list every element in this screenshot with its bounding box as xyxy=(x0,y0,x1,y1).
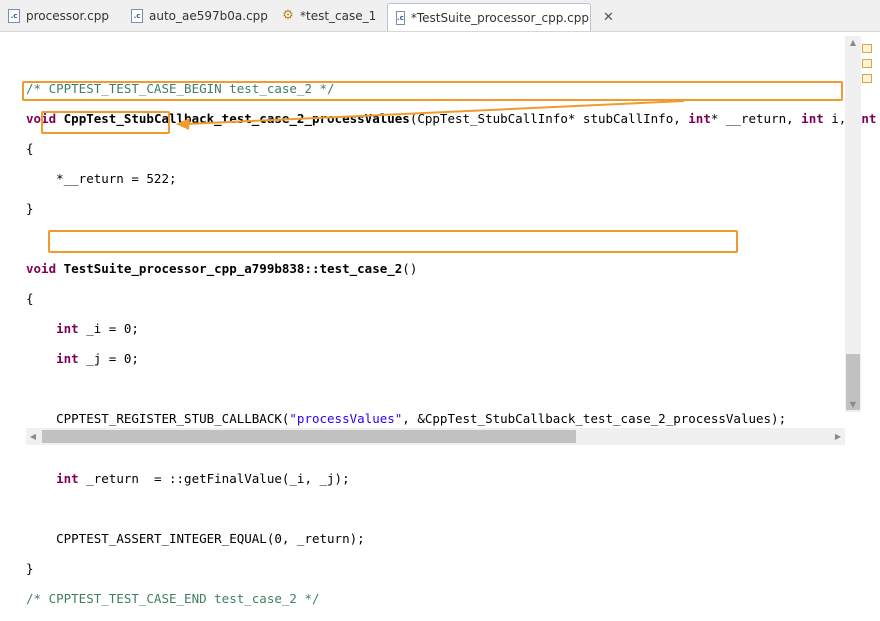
scroll-left-icon[interactable]: ◀ xyxy=(26,430,40,444)
horizontal-scroll-thumb[interactable] xyxy=(42,430,576,443)
scroll-down-icon[interactable]: ▼ xyxy=(845,398,861,412)
scroll-up-icon[interactable]: ▲ xyxy=(845,36,861,50)
overview-ruler xyxy=(862,44,876,89)
code-text: } xyxy=(26,561,34,576)
horizontal-scrollbar[interactable]: ◀ ▶ xyxy=(26,428,845,445)
arrow-line xyxy=(185,100,685,125)
overview-marker-icon[interactable] xyxy=(862,59,872,68)
code-comment: /* CPPTEST_TEST_CASE_END test_case_2 */ xyxy=(26,591,320,606)
annotation-arrow xyxy=(176,100,685,130)
keyword: int xyxy=(56,471,79,486)
overview-marker-icon[interactable] xyxy=(862,74,872,83)
code-text: _return = ::getFinalValue(_i, _j); xyxy=(78,471,350,486)
arrow-head xyxy=(176,118,190,130)
code-text: CPPTEST_ASSERT_INTEGER_EQUAL(0, _return)… xyxy=(56,531,365,546)
overview-marker-icon[interactable] xyxy=(862,44,872,53)
scroll-right-icon[interactable]: ▶ xyxy=(831,430,845,444)
vertical-scrollbar[interactable]: ▲ ▼ xyxy=(845,36,861,412)
